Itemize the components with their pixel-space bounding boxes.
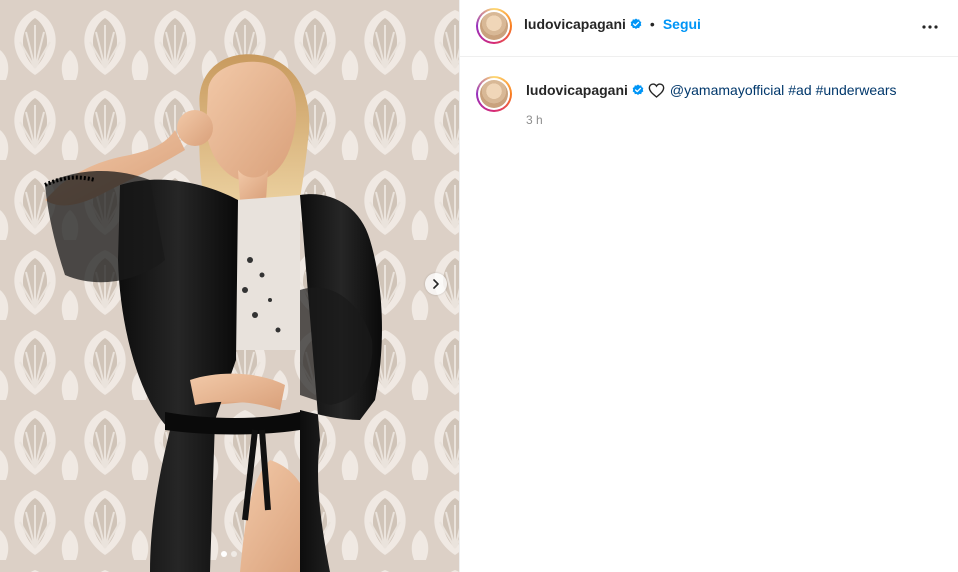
carousel-dot	[231, 551, 237, 557]
mention-link[interactable]: @yamamayofficial	[670, 81, 784, 99]
avatar[interactable]	[476, 8, 512, 44]
chevron-right-icon	[433, 279, 439, 289]
post-header: ludovicapagani • Segui	[460, 0, 958, 57]
username-link[interactable]: ludovicapagani	[524, 16, 626, 32]
hashtag-link[interactable]: #underwears	[816, 81, 897, 99]
carousel-dot-active	[221, 551, 227, 557]
caption-username-link[interactable]: ludovicapagani	[526, 81, 628, 99]
caption-avatar[interactable]	[476, 76, 512, 112]
post-side-panel: ludovicapagani • Segui ludovicapagani @y…	[459, 0, 958, 572]
hashtag-link[interactable]: #ad	[788, 81, 811, 99]
separator-dot: •	[649, 16, 655, 32]
post-photo	[0, 0, 459, 572]
verified-badge-icon	[632, 84, 644, 95]
more-options-button[interactable]	[920, 17, 940, 37]
carousel-indicator	[221, 551, 237, 557]
post-timestamp[interactable]: 3 h	[526, 111, 946, 129]
instagram-post: ludovicapagani • Segui ludovicapagani @y…	[0, 0, 958, 572]
post-media[interactable]	[0, 0, 459, 572]
verified-badge-icon	[630, 18, 642, 29]
heart-emoji-icon	[648, 81, 666, 99]
photo-overlay	[0, 0, 459, 572]
follow-button[interactable]: Segui	[663, 16, 701, 32]
carousel-next-button[interactable]	[425, 273, 447, 295]
more-options-icon	[922, 25, 938, 29]
